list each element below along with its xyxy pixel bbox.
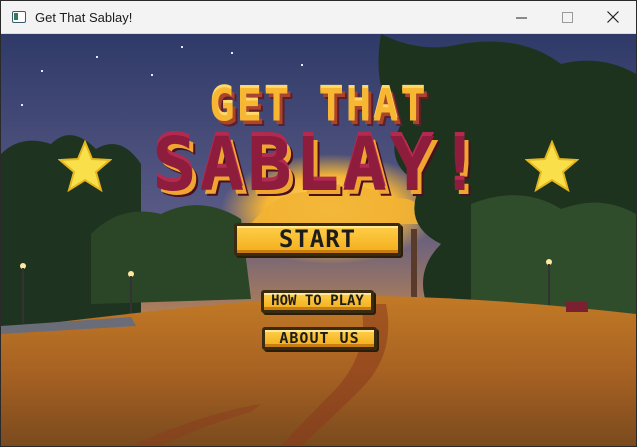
maximize-icon: [561, 11, 573, 23]
title-bar[interactable]: Get That Sablay!: [1, 1, 636, 34]
how-to-play-button[interactable]: HOW TO PLAY: [261, 290, 374, 313]
window-title: Get That Sablay!: [35, 9, 133, 25]
close-button[interactable]: [590, 1, 636, 33]
logo-title-line2: SABLAY!: [152, 122, 485, 208]
minimize-button[interactable]: [498, 1, 544, 33]
game-canvas[interactable]: GET THAT SABLAY! START HOW TO PLAY ABOUT…: [1, 34, 636, 446]
car: [566, 302, 588, 312]
trees-right-front: [471, 195, 636, 319]
maximize-button[interactable]: [544, 1, 590, 33]
trees-mid-left: [91, 205, 251, 304]
tower: [411, 229, 417, 299]
window-controls: [498, 1, 636, 33]
minimize-icon: [515, 17, 527, 18]
start-button[interactable]: START: [234, 223, 401, 256]
app-window-icon: [12, 11, 26, 23]
about-us-button[interactable]: ABOUT US: [262, 327, 377, 350]
game-window: Get That Sablay! GET THAT SABLAY! START …: [0, 0, 637, 447]
close-icon: [607, 11, 619, 23]
